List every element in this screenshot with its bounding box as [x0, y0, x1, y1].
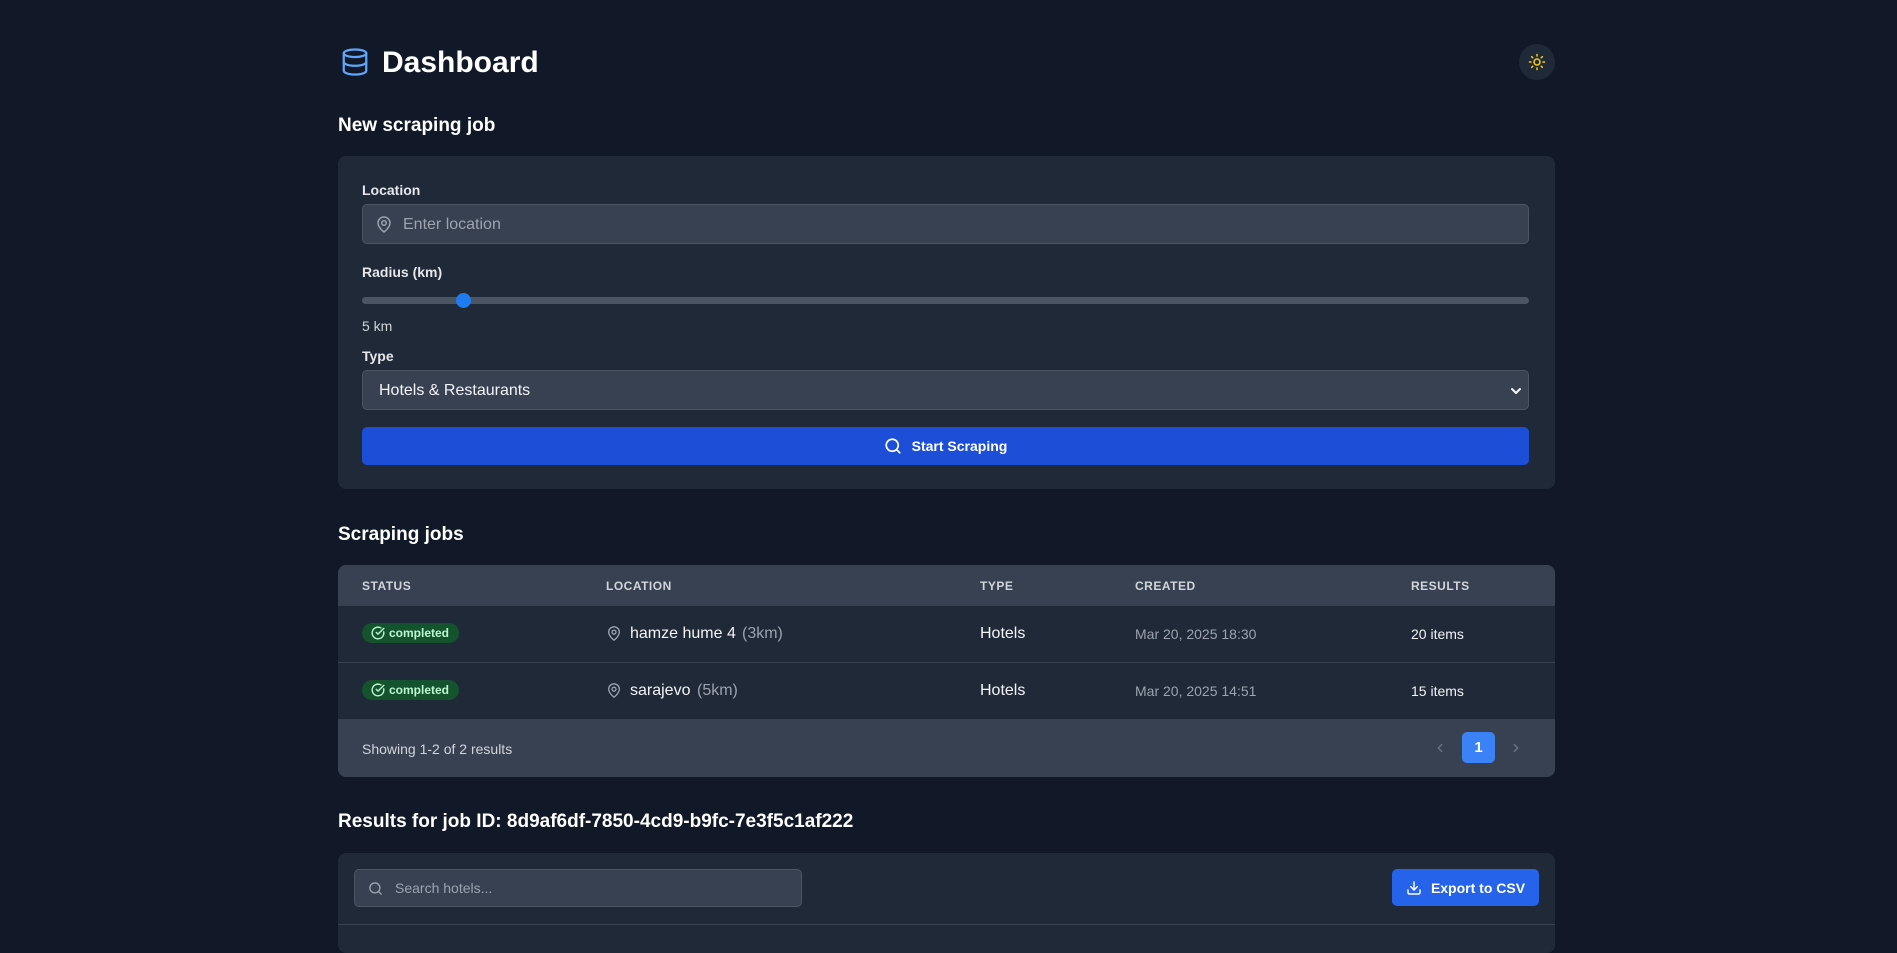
location-placeholder: Enter location: [403, 216, 501, 233]
search-placeholder: Search hotels...: [395, 880, 493, 896]
row-type: Hotels: [980, 625, 1026, 642]
start-scraping-label: Start Scraping: [911, 438, 1008, 454]
check-circle-icon: [371, 683, 385, 697]
location-input[interactable]: Enter location: [362, 204, 1529, 244]
column-results: RESULTS: [1411, 579, 1470, 593]
chevron-left-icon[interactable]: [1433, 740, 1447, 756]
column-location: LOCATION: [606, 579, 672, 593]
page-number-button[interactable]: 1: [1462, 732, 1495, 763]
pagination-info: Showing 1-2 of 2 results: [362, 741, 513, 757]
status-text: completed: [389, 626, 450, 640]
row-location: hamze hume 4: [630, 625, 736, 642]
type-label: Type: [362, 348, 394, 364]
export-csv-button[interactable]: Export to CSV: [1392, 869, 1539, 906]
location-label: Location: [362, 182, 421, 198]
row-radius: (5km): [697, 682, 738, 699]
map-pin-icon: [608, 626, 620, 641]
chevron-down-icon: [1511, 388, 1521, 394]
new-job-form: Location Enter location Radius (km) 5 km…: [338, 156, 1555, 489]
radius-slider-thumb[interactable]: [456, 293, 472, 308]
status-badge: completed: [362, 623, 460, 643]
database-icon: [342, 48, 368, 76]
sun-icon: [1528, 53, 1546, 71]
start-scraping-button[interactable]: Start Scraping: [362, 427, 1529, 465]
table-row[interactable]: completed hamze hume 4 (3km) Hotels Mar …: [338, 606, 1555, 663]
page-header: Dashboard: [338, 42, 1555, 84]
row-created: Mar 20, 2025 14:51: [1135, 683, 1257, 699]
row-results: 15 items: [1411, 683, 1464, 699]
row-radius: (3km): [742, 625, 783, 642]
map-pin-icon: [608, 683, 620, 698]
status-text: completed: [389, 683, 450, 697]
status-badge: completed: [362, 680, 460, 700]
column-type: TYPE: [980, 579, 1014, 593]
row-type: Hotels: [980, 682, 1026, 699]
table-row[interactable]: completed sarajevo (5km) Hotels Mar 20, …: [338, 663, 1555, 720]
results-panel: Search hotels... Export to CSV: [338, 853, 1555, 953]
table-footer: Showing 1-2 of 2 results 1: [338, 720, 1555, 777]
new-job-title: New scraping job: [338, 115, 496, 136]
search-icon: [885, 438, 901, 454]
row-results: 20 items: [1411, 626, 1464, 642]
theme-toggle-button[interactable]: [1519, 44, 1555, 80]
download-icon: [1407, 880, 1421, 895]
export-csv-label: Export to CSV: [1430, 879, 1526, 896]
radius-value: 5 km: [362, 318, 393, 334]
type-selected-value: Hotels & Restaurants: [379, 382, 531, 399]
chevron-right-icon[interactable]: [1509, 740, 1523, 756]
column-created: CREATED: [1135, 579, 1196, 593]
column-status: STATUS: [362, 579, 412, 593]
jobs-table: STATUS LOCATION TYPE CREATED RESULTS com…: [338, 565, 1555, 777]
row-created: Mar 20, 2025 18:30: [1135, 626, 1257, 642]
table-header: STATUS LOCATION TYPE CREATED RESULTS: [338, 565, 1555, 606]
radius-slider[interactable]: [362, 297, 1529, 304]
map-pin-icon: [377, 216, 391, 233]
divider: [338, 924, 1555, 925]
jobs-title: Scraping jobs: [338, 524, 464, 545]
radius-label: Radius (km): [362, 264, 443, 280]
search-hotels-input[interactable]: Search hotels...: [354, 869, 802, 907]
search-icon: [369, 882, 382, 895]
row-location: sarajevo: [630, 682, 691, 699]
type-select[interactable]: Hotels & Restaurants: [362, 370, 1529, 410]
page-title: Dashboard: [382, 46, 539, 79]
results-title: Results for job ID: 8d9af6df-7850-4cd9-b…: [338, 811, 854, 832]
check-circle-icon: [371, 626, 385, 640]
